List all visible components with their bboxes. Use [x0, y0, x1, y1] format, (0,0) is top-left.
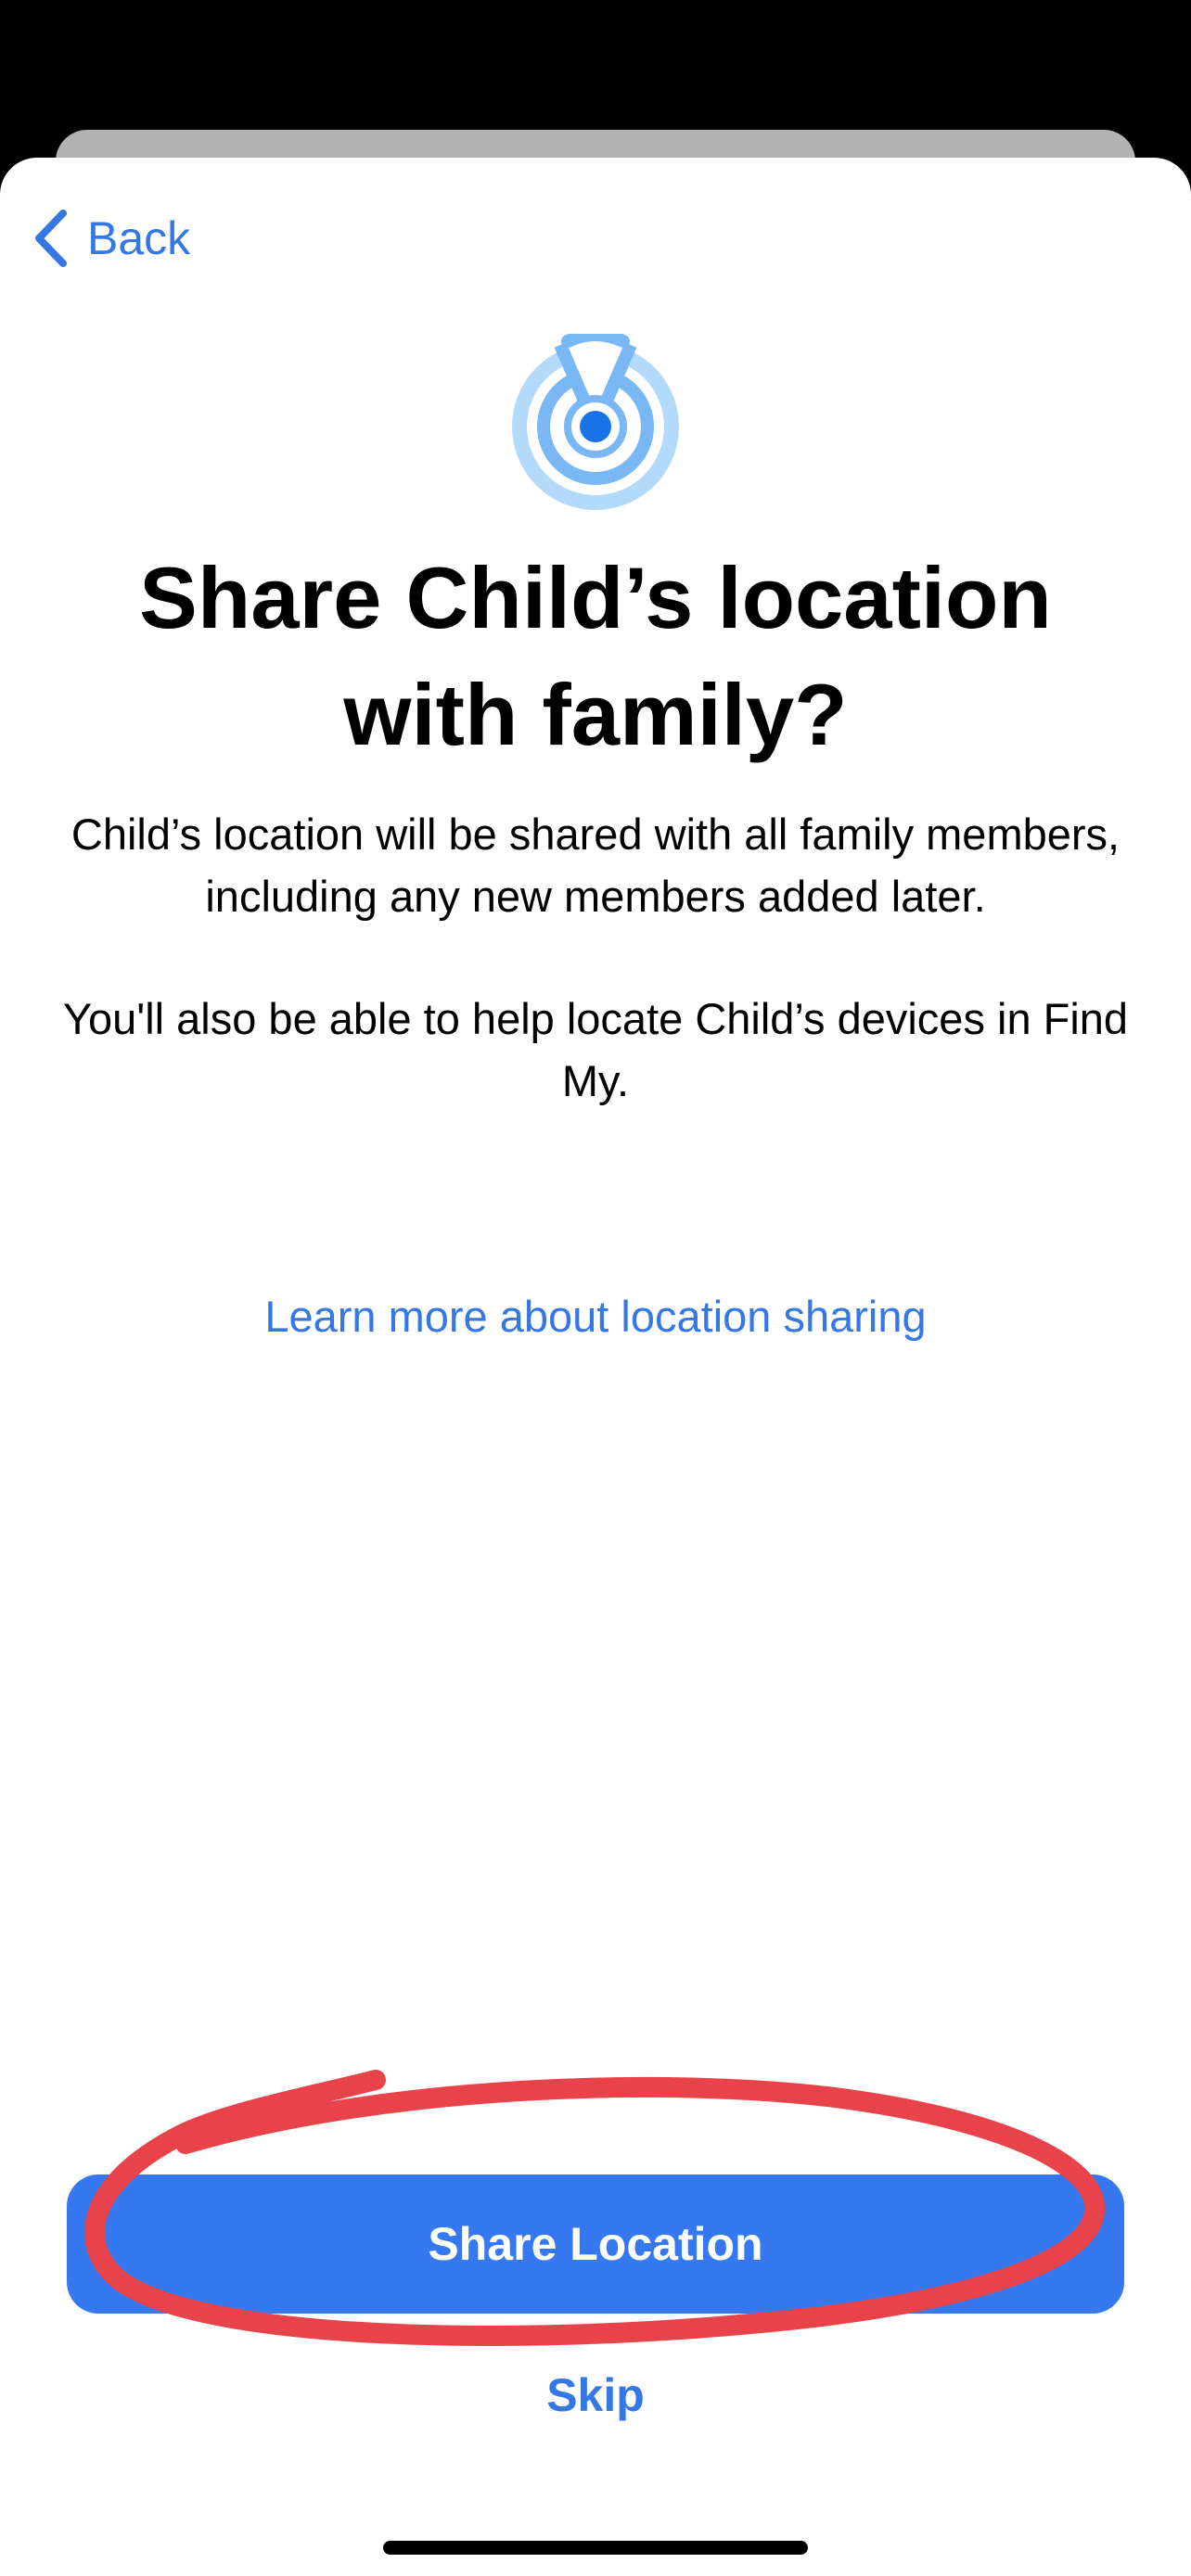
back-label: Back [87, 212, 191, 264]
skip-button[interactable]: Skip [410, 2363, 781, 2428]
location-sharing-icon [512, 334, 679, 510]
home-indicator[interactable] [383, 2541, 808, 2555]
chevron-left-icon [35, 210, 67, 267]
share-location-button[interactable]: Share Location [67, 2174, 1124, 2314]
learn-more-link[interactable]: Learn more about location sharing [56, 1287, 1135, 1346]
back-button[interactable]: Back [32, 206, 190, 271]
description-paragraph: Child’s location will be shared with all… [70, 810, 1121, 921]
page-title: Share Child’s location with family? [139, 549, 1052, 763]
description-paragraph-devices: You'll also be able to help locate Child… [62, 994, 1129, 1105]
